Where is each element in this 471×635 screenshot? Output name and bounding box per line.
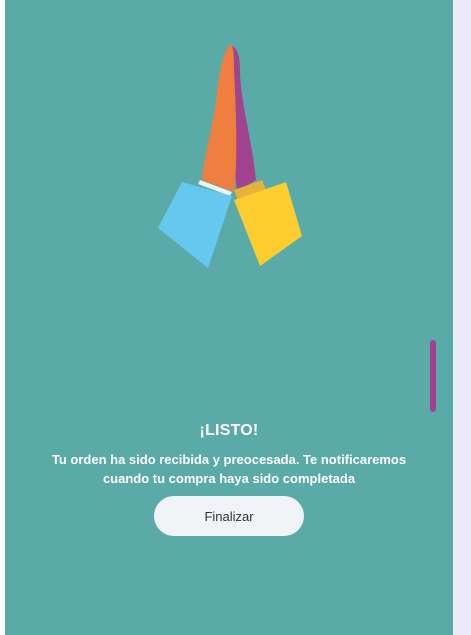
scrollbar-thumb[interactable]: [430, 340, 436, 412]
side-strip: [453, 0, 471, 635]
praying-hands-icon: [158, 44, 302, 268]
confirmation-title: ¡LISTO!: [199, 422, 259, 439]
confirmation-message: Tu orden ha sido recibida y preocesada. …: [51, 452, 407, 486]
finish-button[interactable]: Finalizar: [154, 496, 304, 536]
screen: ¡LISTO! Tu orden ha sido recibida y preo…: [0, 0, 471, 635]
